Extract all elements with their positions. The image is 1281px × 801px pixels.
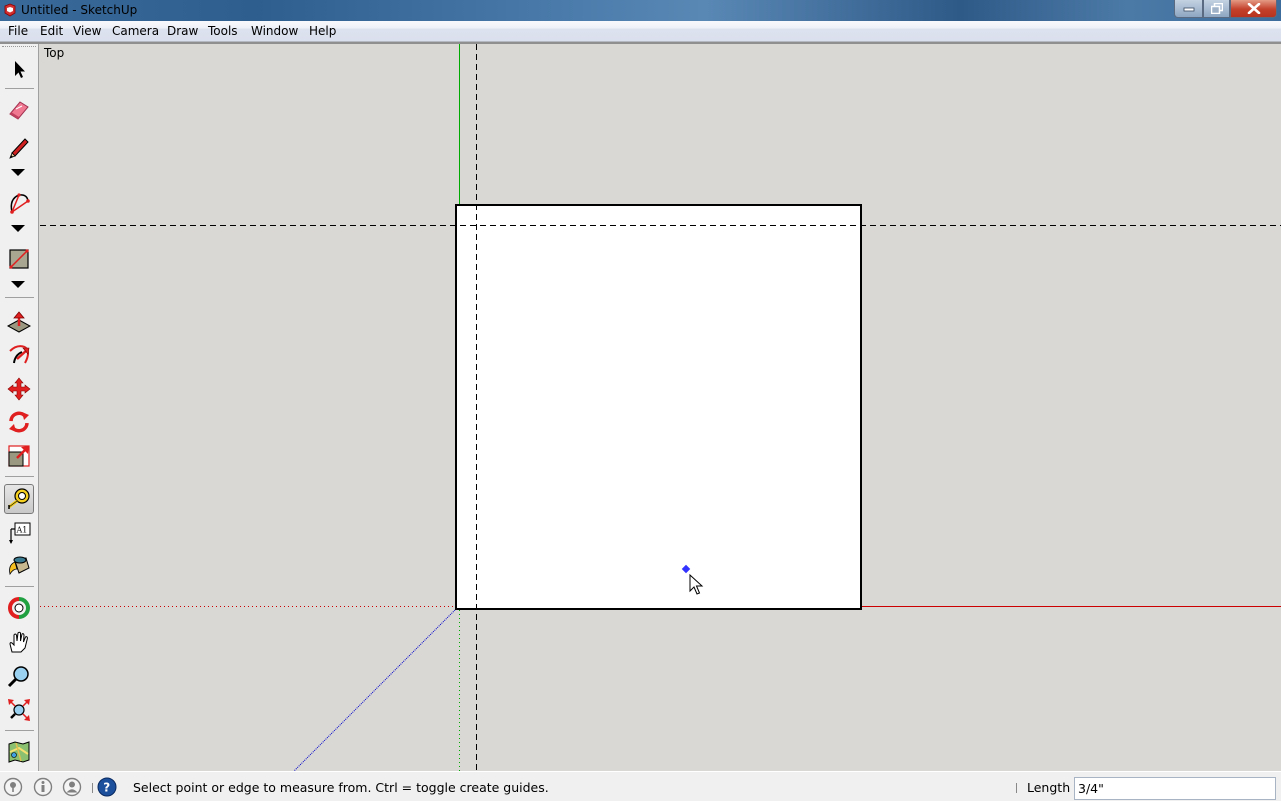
status-bar: ? Select point or edge to measure from. … xyxy=(0,771,1281,801)
follow-me-tool-button[interactable] xyxy=(4,340,34,370)
rectangle-icon xyxy=(9,249,29,269)
status-message: Select point or edge to measure from. Ct… xyxy=(133,780,549,795)
eraser-tool-button[interactable] xyxy=(4,95,34,125)
push-pull-tool-button[interactable] xyxy=(4,307,34,337)
scale-tool-button[interactable] xyxy=(4,441,34,471)
shape-tools-dropdown[interactable] xyxy=(11,281,25,291)
tape-measure-icon xyxy=(8,488,30,509)
hand-icon xyxy=(9,631,29,653)
help-icon[interactable]: ? xyxy=(97,777,117,797)
restore-icon xyxy=(1210,3,1223,14)
paint-bucket-tool-button[interactable] xyxy=(4,552,34,582)
tape-measure-tool-button[interactable] xyxy=(4,484,34,514)
move-icon xyxy=(7,377,31,401)
minimize-button[interactable] xyxy=(1174,0,1203,18)
toolbar-separator xyxy=(5,476,34,477)
window-title: Untitled - SketchUp xyxy=(21,3,138,17)
menu-draw[interactable]: Draw xyxy=(167,24,198,38)
large-tool-set-toolbar: A1 xyxy=(0,44,39,771)
magnifier-icon xyxy=(7,666,29,688)
close-icon xyxy=(1247,3,1260,14)
toolbar-separator xyxy=(5,730,34,731)
zoom-extents-tool-button[interactable] xyxy=(4,695,34,725)
zoom-extents-icon xyxy=(8,699,30,721)
toolbar-separator xyxy=(5,297,34,298)
svg-text:?: ? xyxy=(103,781,110,795)
select-tool-button[interactable] xyxy=(4,54,34,84)
blue-axis-negative xyxy=(293,609,456,771)
text-label-icon: A1 xyxy=(9,522,31,544)
line-tool-button[interactable] xyxy=(4,132,34,162)
rotate-icon xyxy=(9,411,29,433)
pencil-icon xyxy=(9,138,29,159)
measurement-input[interactable] xyxy=(1074,777,1276,800)
drawing-viewport[interactable]: Top xyxy=(40,44,1281,771)
minimize-icon xyxy=(1183,7,1194,11)
scene-view-label: Top xyxy=(44,46,65,60)
rectangle-tool-button[interactable] xyxy=(4,244,34,274)
measurement-label: Length xyxy=(1027,780,1071,795)
menu-tools[interactable]: Tools xyxy=(208,24,238,38)
menu-edit[interactable]: Edit xyxy=(40,24,63,38)
eraser-icon xyxy=(9,101,29,120)
pan-tool-button[interactable] xyxy=(4,627,34,657)
move-tool-button[interactable] xyxy=(4,374,34,404)
text-tool-button[interactable]: A1 xyxy=(4,518,34,548)
account-icon[interactable] xyxy=(62,777,82,797)
toolbar-separator xyxy=(5,88,34,89)
sketchup-logo-icon xyxy=(4,3,16,17)
arc-tool-button[interactable] xyxy=(4,188,34,218)
push-pull-icon xyxy=(7,311,31,333)
svg-text:A1: A1 xyxy=(16,526,28,535)
restore-button[interactable] xyxy=(1203,0,1230,18)
menu-window[interactable]: Window xyxy=(251,24,298,38)
orbit-tool-button[interactable] xyxy=(4,593,34,623)
zoom-tool-button[interactable] xyxy=(4,661,34,691)
chevron-down-icon xyxy=(11,169,25,176)
geo-location-icon[interactable] xyxy=(3,777,23,797)
paint-bucket-icon xyxy=(9,556,30,576)
scale-icon xyxy=(8,445,30,467)
arrow-cursor-icon xyxy=(15,61,25,78)
toolbar-grip[interactable] xyxy=(2,46,36,48)
menu-help[interactable]: Help xyxy=(309,24,336,38)
status-separator xyxy=(92,783,93,793)
model-scene[interactable] xyxy=(40,44,1281,771)
arc-tools-dropdown[interactable] xyxy=(11,225,25,235)
map-icon xyxy=(8,741,30,763)
line-tools-dropdown[interactable] xyxy=(11,169,25,179)
menu-view[interactable]: View xyxy=(73,24,101,38)
menu-bar: File Edit View Camera Draw Tools Window … xyxy=(0,21,1281,42)
add-location-tool-button[interactable] xyxy=(4,737,34,767)
arc-icon xyxy=(10,193,30,214)
title-bar: Untitled - SketchUp xyxy=(0,0,1281,21)
chevron-down-icon xyxy=(11,225,25,232)
follow-me-icon xyxy=(9,345,30,364)
orbit-icon xyxy=(8,597,30,619)
toolbar-separator xyxy=(5,586,34,587)
close-button[interactable] xyxy=(1230,0,1277,18)
rotate-tool-button[interactable] xyxy=(4,407,34,437)
chevron-down-icon xyxy=(11,281,25,288)
menu-camera[interactable]: Camera xyxy=(112,24,159,38)
status-separator xyxy=(1016,783,1017,793)
menu-file[interactable]: File xyxy=(8,24,28,38)
rectangle-face[interactable] xyxy=(455,204,862,610)
credits-icon[interactable] xyxy=(33,777,53,797)
